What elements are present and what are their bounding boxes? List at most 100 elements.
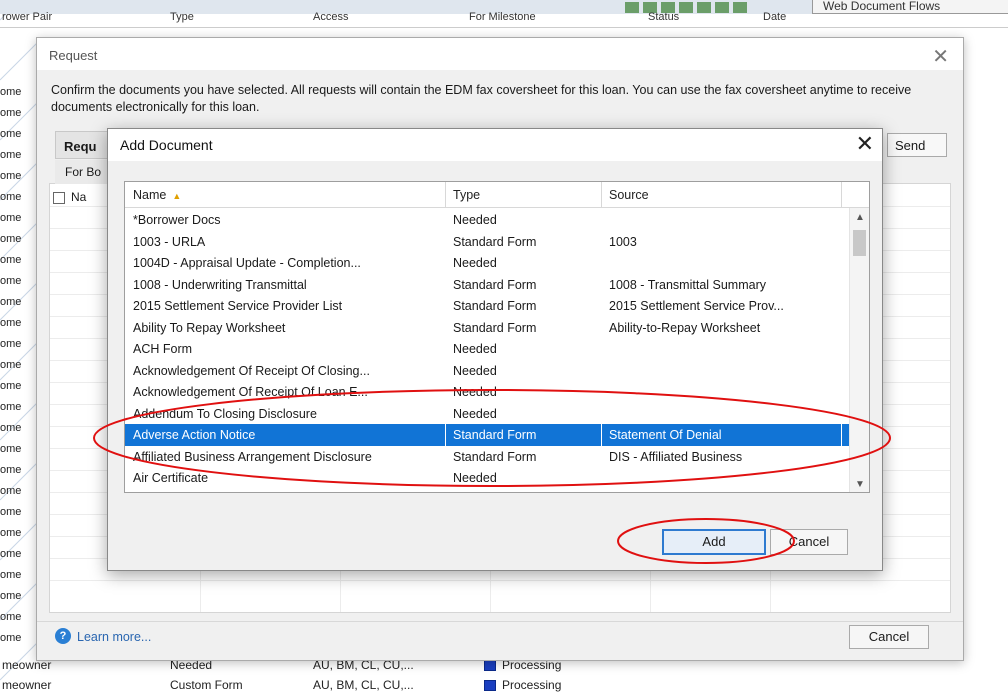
request-cancel-button[interactable]: Cancel xyxy=(849,625,929,649)
document-name: Affiliated Business Arrangement Disclosu… xyxy=(133,449,372,464)
document-name: Ability To Repay Worksheet xyxy=(133,320,286,335)
toolbar-icon-1[interactable] xyxy=(625,1,639,13)
document-name: Acknowledgement Of Receipt Of Closing... xyxy=(133,363,370,378)
background-grid-headers: rower Pair Type Access For Milestone Sta… xyxy=(0,11,1008,28)
learn-more-link[interactable]: Learn more... xyxy=(77,630,151,644)
bg-cell-type: Custom Form xyxy=(170,678,243,692)
document-row[interactable]: Acknowledgement Of Receipt Of Closing...… xyxy=(125,360,850,382)
request-title: Request xyxy=(49,48,98,63)
document-row[interactable]: 1004D - Appraisal Update - Completion...… xyxy=(125,252,850,274)
background-row-stub: ome xyxy=(0,296,22,308)
document-row[interactable]: Alimony Needed xyxy=(125,489,850,494)
document-name: ACH Form xyxy=(133,342,193,356)
request-title-bar[interactable]: Request ✕ xyxy=(37,38,963,70)
background-row-stub: ome xyxy=(0,170,22,182)
document-source: Ability-to-Repay Worksheet xyxy=(609,320,761,335)
scroll-up-icon[interactable]: ▲ xyxy=(855,212,865,223)
column-name-label: Name xyxy=(133,188,167,202)
document-type: Needed xyxy=(453,406,497,421)
scroll-thumb[interactable] xyxy=(853,230,866,256)
bg-header-status[interactable]: Status xyxy=(648,11,679,23)
column-separator[interactable] xyxy=(841,182,842,208)
background-row-stub: ome xyxy=(0,359,22,371)
toolbar-icon-5[interactable] xyxy=(697,1,711,13)
document-row[interactable]: 1008 - Underwriting Transmittal Standard … xyxy=(125,274,850,296)
document-source: 2015 Settlement Service Prov... xyxy=(609,299,784,313)
toolbar-icon-4[interactable] xyxy=(679,1,693,13)
confirm-message: Confirm the documents you have selected.… xyxy=(51,83,912,114)
background-row-stub: ome xyxy=(0,464,22,476)
document-source: Statement Of Denial xyxy=(609,428,722,442)
document-name: 1003 - URLA xyxy=(133,234,206,249)
document-type: Standard Form xyxy=(453,320,537,335)
footer-divider xyxy=(37,621,963,622)
document-row[interactable]: ACH Form Needed xyxy=(125,338,850,360)
cancel-button[interactable]: Cancel xyxy=(770,529,848,555)
document-row[interactable]: Acknowledgement Of Receipt Of Loan E... N… xyxy=(125,381,850,403)
document-row[interactable]: Adverse Action Notice Standard Form Statem… xyxy=(125,424,850,446)
document-name: 1004D - Appraisal Update - Completion... xyxy=(133,256,361,270)
background-row-stub: ome xyxy=(0,107,22,119)
add-document-title-bar[interactable]: Add Document ✕ xyxy=(108,129,882,161)
bg-header-borrower[interactable]: rower Pair xyxy=(2,11,52,23)
background-row-stub: ome xyxy=(0,611,22,623)
document-row[interactable]: 1003 - URLA Standard Form 1003 xyxy=(125,231,850,253)
toolbar-icon-7[interactable] xyxy=(733,1,747,13)
background-row-stub: ome xyxy=(0,590,22,602)
help-icon[interactable]: ? xyxy=(55,628,71,644)
column-separator[interactable] xyxy=(601,182,602,208)
processing-status-icon xyxy=(484,660,496,671)
send-button[interactable]: Send xyxy=(887,133,947,157)
document-type: Needed xyxy=(453,493,497,494)
column-separator[interactable] xyxy=(445,182,446,208)
background-row-stub: ome xyxy=(0,632,22,644)
background-row-stub: ome xyxy=(0,86,22,98)
document-row[interactable]: Ability To Repay Worksheet Standard Form A… xyxy=(125,317,850,339)
document-type: Needed xyxy=(453,363,497,378)
document-row[interactable]: Affiliated Business Arrangement Disclosu… xyxy=(125,446,850,468)
column-header-source[interactable]: Source xyxy=(609,188,649,202)
bg-header-type[interactable]: Type xyxy=(170,11,194,23)
background-row-stub: ome xyxy=(0,191,22,203)
scroll-down-icon[interactable]: ▼ xyxy=(855,479,865,490)
toolbar-icon-6[interactable] xyxy=(715,1,729,13)
background-row-stub: ome xyxy=(0,380,22,392)
document-name: 1008 - Underwriting Transmittal xyxy=(133,277,307,292)
close-icon[interactable]: ✕ xyxy=(856,131,874,157)
document-type: Standard Form xyxy=(453,449,537,464)
document-type: Needed xyxy=(453,342,497,356)
web-document-flows-button[interactable]: Web Document Flows xyxy=(812,0,1008,14)
vertical-scrollbar[interactable]: ▲ ▼ xyxy=(849,208,869,492)
document-name: Acknowledgement Of Receipt Of Loan E... xyxy=(133,385,368,399)
document-type: Standard Form xyxy=(453,299,537,313)
document-row[interactable]: 2015 Settlement Service Provider List Sta… xyxy=(125,295,850,317)
document-type: Needed xyxy=(453,385,497,399)
close-icon[interactable]: ✕ xyxy=(932,44,949,69)
bg-cell-access: AU, BM, CL, CU,... xyxy=(313,678,414,692)
select-all-checkbox[interactable] xyxy=(53,192,65,204)
document-row[interactable]: Addendum To Closing Disclosure Needed xyxy=(125,403,850,425)
bg-header-date[interactable]: Date xyxy=(763,11,786,23)
column-separator xyxy=(601,424,602,446)
document-row[interactable]: *Borrower Docs Needed xyxy=(125,209,850,231)
document-row[interactable]: Air Certificate Needed xyxy=(125,467,850,489)
column-header-name[interactable]: Name ▲ xyxy=(133,188,181,202)
processing-status-icon xyxy=(484,680,496,691)
toolbar-icons xyxy=(625,0,747,14)
document-name: Addendum To Closing Disclosure xyxy=(133,406,317,421)
document-type: Standard Form xyxy=(453,234,537,249)
column-header-type[interactable]: Type xyxy=(453,188,480,202)
add-button[interactable]: Add xyxy=(662,529,766,555)
bg-header-access[interactable]: Access xyxy=(313,11,348,23)
bg-cell-borrower: meowner xyxy=(2,678,52,692)
document-name: Alimony xyxy=(133,493,177,494)
bg-header-milestone[interactable]: For Milestone xyxy=(469,11,536,23)
background-row-stub: ome xyxy=(0,149,22,161)
background-row-stub: ome xyxy=(0,548,22,560)
background-row[interactable]: meowner Custom Form AU, BM, CL, CU,... P… xyxy=(0,676,1008,693)
background-row-stub: ome xyxy=(0,422,22,434)
document-source: 1003 xyxy=(609,234,637,249)
document-name: Adverse Action Notice xyxy=(133,428,256,442)
column-separator xyxy=(841,424,842,446)
background-row-stub: ome xyxy=(0,401,22,413)
